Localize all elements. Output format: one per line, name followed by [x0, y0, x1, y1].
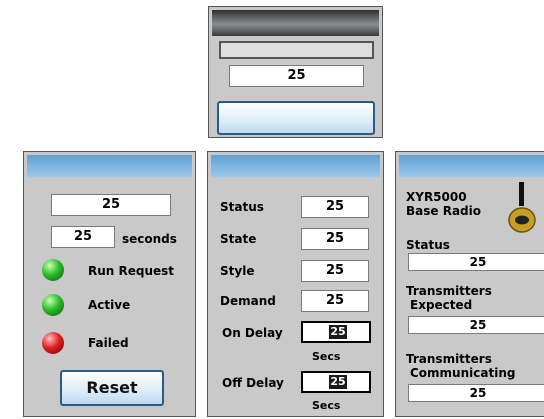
- reset-button[interactable]: Reset: [60, 370, 164, 406]
- status-field-right[interactable]: 25: [408, 253, 544, 271]
- off-delay-unit: Secs: [312, 399, 341, 412]
- seconds-label: seconds: [122, 232, 177, 246]
- transmitters-expected-label-1: Transmitters: [406, 284, 492, 298]
- failed-label: Failed: [88, 336, 129, 350]
- radio-antenna-icon: [506, 182, 538, 236]
- right-panel-titlebar: [399, 155, 544, 177]
- state-label: State: [220, 232, 257, 246]
- middle-panel: Status 25 State 25 Style 25 Demand 25 On…: [207, 151, 384, 417]
- left-value-field[interactable]: 25: [51, 194, 171, 216]
- off-delay-field[interactable]: 25: [301, 371, 371, 393]
- style-label: Style: [220, 264, 255, 278]
- on-delay-label: On Delay: [222, 326, 283, 340]
- demand-field[interactable]: 25: [301, 290, 369, 312]
- failed-led-icon: [42, 332, 64, 354]
- run-request-label: Run Request: [88, 264, 175, 278]
- transmitters-expected-field[interactable]: 25: [408, 316, 544, 334]
- transmitters-communicating-field[interactable]: 25: [408, 384, 544, 402]
- transmitters-communicating-label-2: Communicating: [410, 366, 516, 380]
- status-label: Status: [220, 200, 264, 214]
- off-delay-label: Off Delay: [222, 376, 284, 390]
- right-panel: XYR5000 Base Radio Status 25 Transmitter…: [395, 151, 544, 417]
- top-panel: 25: [208, 6, 383, 138]
- transmitters-communicating-label-1: Transmitters: [406, 352, 492, 366]
- on-delay-field[interactable]: 25: [301, 321, 371, 343]
- transmitters-expected-label-2: Expected: [410, 298, 473, 312]
- top-panel-titlebar: [212, 10, 379, 36]
- active-label: Active: [88, 298, 131, 312]
- device-name-line2: Base Radio: [406, 204, 481, 218]
- on-delay-value: 25: [329, 325, 347, 339]
- style-field[interactable]: 25: [301, 260, 369, 282]
- top-empty-field[interactable]: [219, 41, 374, 59]
- middle-panel-titlebar: [211, 155, 380, 177]
- demand-label: Demand: [220, 294, 276, 308]
- top-blank-button[interactable]: [217, 101, 375, 135]
- device-name-line1: XYR5000: [406, 190, 467, 204]
- seconds-value-field[interactable]: 25: [51, 226, 115, 248]
- left-panel: 25 25 seconds Run Request Active Failed …: [23, 151, 196, 417]
- top-value-field[interactable]: 25: [229, 65, 364, 87]
- status-label-right: Status: [406, 238, 450, 252]
- left-panel-titlebar: [27, 155, 192, 177]
- status-field[interactable]: 25: [301, 196, 369, 218]
- run-request-led-icon: [42, 259, 64, 281]
- on-delay-unit: Secs: [312, 350, 341, 363]
- off-delay-value: 25: [329, 375, 347, 389]
- state-field[interactable]: 25: [301, 228, 369, 250]
- active-led-icon: [42, 294, 64, 316]
